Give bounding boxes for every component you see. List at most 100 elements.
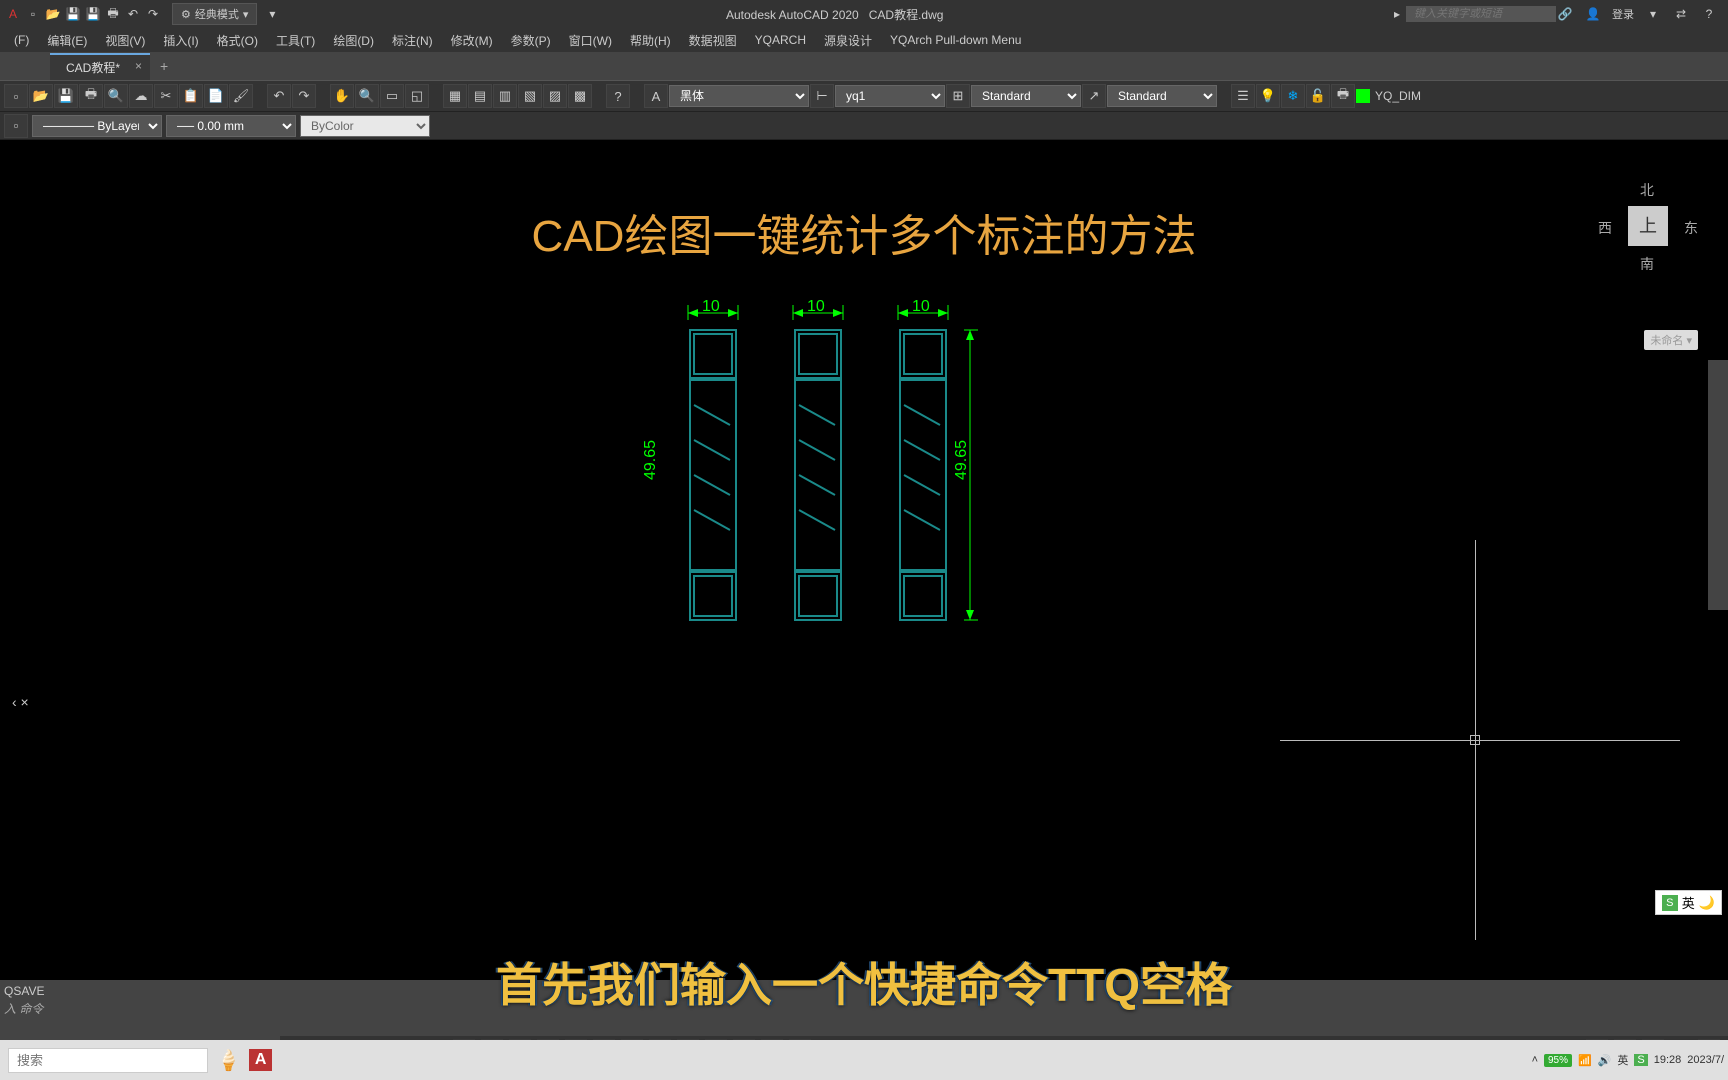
menu-file[interactable]: (F)	[6, 31, 37, 49]
lang-icon[interactable]: 英	[1617, 1052, 1628, 1068]
app-icon[interactable]: A	[4, 5, 22, 23]
l3-icon[interactable]: 🔓	[1306, 84, 1330, 108]
plot-button[interactable]: 🖶	[79, 84, 103, 108]
cut-button[interactable]: ✂	[154, 84, 178, 108]
workspace-selector[interactable]: ⚙ 经典模式 ▾	[172, 3, 257, 25]
dim-h1: 49.65	[642, 440, 660, 480]
save-icon[interactable]: 💾	[64, 5, 82, 23]
vol-icon[interactable]: 🔊	[1598, 1054, 1612, 1067]
zoom-button[interactable]: 🔍	[355, 84, 379, 108]
ime-tray-icon[interactable]: S	[1634, 1054, 1647, 1066]
undo-button[interactable]: ↶	[267, 84, 291, 108]
help-button[interactable]: ?	[606, 84, 630, 108]
paste-button[interactable]: 📄	[204, 84, 228, 108]
gear-icon: ⚙	[181, 8, 191, 21]
l2-icon[interactable]: ❄	[1281, 84, 1305, 108]
exchange-icon[interactable]: ⇄	[1672, 5, 1690, 23]
textstyle-button[interactable]: A	[644, 84, 668, 108]
windows-search[interactable]	[8, 1048, 208, 1073]
viewcube-top[interactable]: 上	[1628, 206, 1668, 246]
saveas-icon[interactable]: 💾	[84, 5, 102, 23]
color-button[interactable]: ▫	[4, 114, 28, 138]
document-tabs: CAD教程* × +	[0, 52, 1728, 80]
menu-modify[interactable]: 修改(M)	[443, 30, 501, 51]
menu-dim[interactable]: 标注(N)	[384, 30, 441, 51]
menu-yqpull[interactable]: YQArch Pull-down Menu	[882, 31, 1029, 49]
menu-yqarch[interactable]: YQARCH	[747, 31, 814, 49]
up-icon[interactable]: ˄	[1532, 1054, 1538, 1066]
caret-icon[interactable]: ▾	[1644, 5, 1662, 23]
dim-w2: 10	[807, 298, 825, 316]
close-icon[interactable]: ×	[135, 59, 142, 73]
tool-button[interactable]: ▥	[493, 84, 517, 108]
mleader-button[interactable]: ↗	[1082, 84, 1106, 108]
dc-button[interactable]: ▤	[468, 84, 492, 108]
toolbar-properties: ▫ ────── ByLayer ── 0.00 mm ByColor	[0, 112, 1728, 140]
linetype-select[interactable]: ────── ByLayer	[32, 115, 162, 137]
menu-tools[interactable]: 工具(T)	[268, 30, 323, 51]
menu-view[interactable]: 视图(V)	[97, 30, 153, 51]
menu-help[interactable]: 帮助(H)	[622, 30, 679, 51]
layer-button[interactable]: ☰	[1231, 84, 1255, 108]
ime-indicator[interactable]: S英🌙	[1655, 890, 1722, 915]
font-select[interactable]: 黑体	[669, 85, 809, 107]
user-icon[interactable]: 👤	[1584, 5, 1602, 23]
tablestyle-button[interactable]: ⊞	[946, 84, 970, 108]
search-arrow-icon[interactable]: ▸	[1388, 5, 1406, 23]
zoomp-button[interactable]: ◱	[405, 84, 429, 108]
bycolor-select[interactable]: ByColor	[300, 115, 430, 137]
new-icon[interactable]: ▫	[24, 5, 42, 23]
l1-icon[interactable]: 💡	[1256, 84, 1280, 108]
battery-icon[interactable]: 95%	[1544, 1054, 1572, 1067]
menu-dataview[interactable]: 数据视图	[681, 30, 745, 51]
clock-time[interactable]: 19:28	[1654, 1054, 1682, 1066]
taskbar-app1[interactable]: 🍦	[216, 1048, 241, 1073]
menu-edit[interactable]: 编辑(E)	[39, 30, 95, 51]
copy-button[interactable]: 📋	[179, 84, 203, 108]
calc-button[interactable]: ▩	[568, 84, 592, 108]
menu-draw[interactable]: 绘图(D)	[325, 30, 382, 51]
dimstyle-select[interactable]: yq1	[835, 85, 945, 107]
help-search[interactable]	[1406, 6, 1556, 22]
open-icon[interactable]: 📂	[44, 5, 62, 23]
toolbar-main: ▫ 📂 💾 🖶 🔍 ☁ ✂ 📋 📄 🖌 ↶ ↷ ✋ 🔍 ▭ ◱ ▦ ▤ ▥ ▧ …	[0, 80, 1728, 112]
nav-bar[interactable]	[1708, 360, 1728, 610]
publish-button[interactable]: ☁	[129, 84, 153, 108]
menu-insert[interactable]: 插入(I)	[155, 30, 206, 51]
taskbar-autocad[interactable]: A	[249, 1049, 273, 1071]
mleader-select[interactable]: Standard	[1107, 85, 1217, 107]
menu-format[interactable]: 格式(O)	[209, 30, 266, 51]
menu-param[interactable]: 参数(P)	[503, 30, 559, 51]
match-button[interactable]: 🖌	[229, 84, 253, 108]
preview-button[interactable]: 🔍	[104, 84, 128, 108]
open-button[interactable]: 📂	[29, 84, 53, 108]
help-icon[interactable]: ?	[1700, 5, 1718, 23]
tablestyle-select[interactable]: Standard	[971, 85, 1081, 107]
mark-button[interactable]: ▨	[543, 84, 567, 108]
drawing-canvas[interactable]: CAD绘图一键统计多个标注的方法	[0, 170, 1728, 980]
share-icon[interactable]: ▾	[263, 5, 281, 23]
redo-button[interactable]: ↷	[292, 84, 316, 108]
share-icon[interactable]: 🔗	[1556, 5, 1574, 23]
view-unnamed[interactable]: 未命名 ▾	[1644, 330, 1698, 350]
pan-button[interactable]: ✋	[330, 84, 354, 108]
prop-button[interactable]: ▦	[443, 84, 467, 108]
plot-icon[interactable]: 🖶	[104, 5, 122, 23]
wifi-icon[interactable]: 📶	[1578, 1054, 1592, 1067]
zoomw-button[interactable]: ▭	[380, 84, 404, 108]
dimstyle-button[interactable]: ⊢	[810, 84, 834, 108]
undo-icon[interactable]: ↶	[124, 5, 142, 23]
menu-yuanquan[interactable]: 源泉设计	[816, 30, 880, 51]
menu-window[interactable]: 窗口(W)	[561, 30, 620, 51]
lineweight-select[interactable]: ── 0.00 mm	[166, 115, 296, 137]
l4-icon[interactable]: 🖶	[1331, 84, 1355, 108]
save-button[interactable]: 💾	[54, 84, 78, 108]
sheet-button[interactable]: ▧	[518, 84, 542, 108]
redo-icon[interactable]: ↷	[144, 5, 162, 23]
cmdline-close[interactable]: ‹ ×	[12, 694, 29, 710]
new-button[interactable]: ▫	[4, 84, 28, 108]
add-tab[interactable]: +	[150, 54, 178, 78]
login-button[interactable]: 登录	[1612, 6, 1634, 22]
document-tab[interactable]: CAD教程* ×	[50, 53, 150, 80]
view-cube[interactable]: 北 西 东 南 上	[1598, 180, 1698, 280]
